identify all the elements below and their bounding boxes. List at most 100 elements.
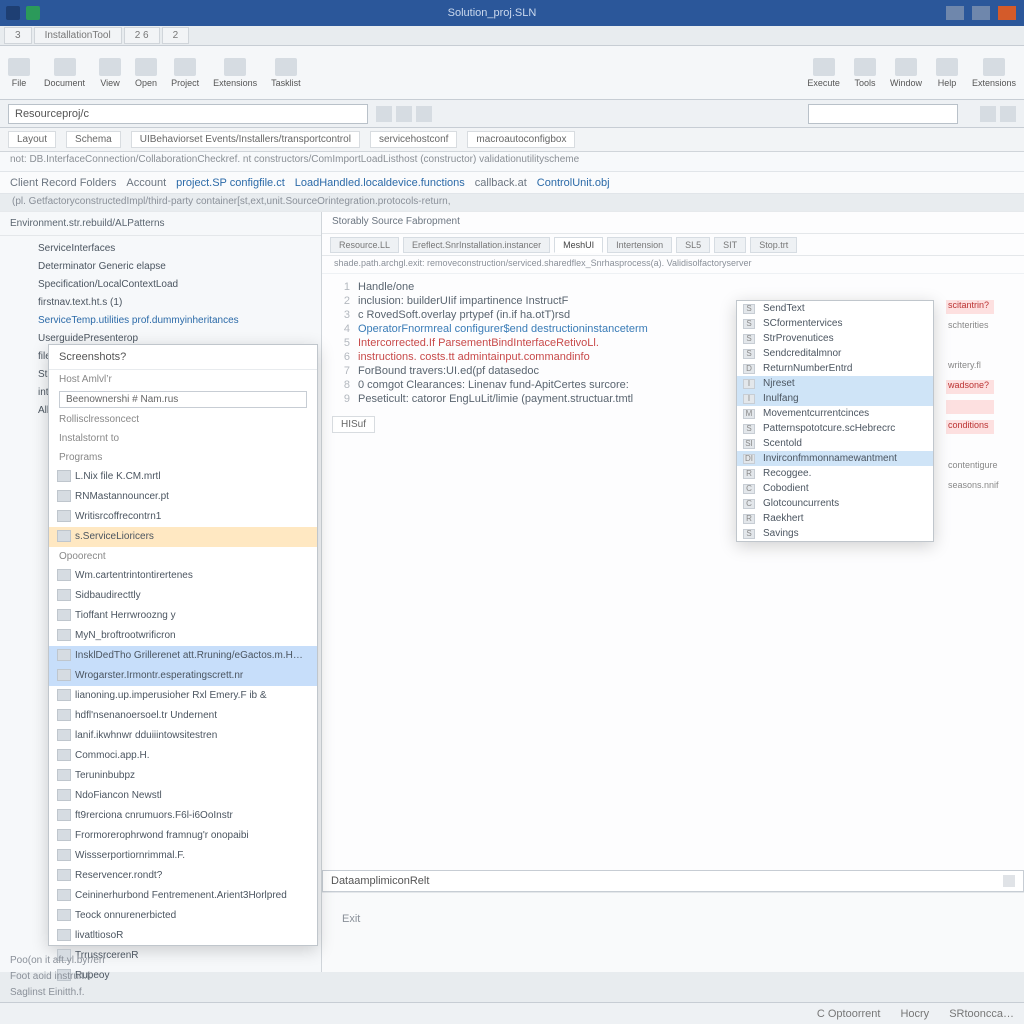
panel-item[interactable]: Commoci.app.H. xyxy=(49,746,317,766)
ribbon-open[interactable]: Open xyxy=(135,58,157,88)
qtab-2[interactable]: 2 6 xyxy=(124,27,160,44)
completion-item[interactable]: RRaekhert xyxy=(737,511,933,526)
tree-item[interactable]: firstnav.text.ht.s (1) xyxy=(0,294,321,312)
ribbon-search-input[interactable] xyxy=(808,104,958,124)
completion-item[interactable]: SSCformentervices xyxy=(737,316,933,331)
panel-item[interactable]: Reservencer.rondt? xyxy=(49,866,317,886)
completion-item[interactable]: SSavings xyxy=(737,526,933,541)
completion-item[interactable]: SSendcreditalmnor xyxy=(737,346,933,361)
status-center[interactable]: C Optoorrent xyxy=(817,1008,881,1020)
panel-item[interactable]: RNMastannouncer.pt xyxy=(49,487,317,507)
panel-item[interactable]: ft9rerciona cnrumuors.F6l-i6OoInstr xyxy=(49,806,317,826)
tbtn-events[interactable]: UIBehaviorset Events/Installers/transpor… xyxy=(131,131,360,148)
completion-item[interactable]: DIInvirconfmmonnamewantment xyxy=(737,451,933,466)
crumb-2[interactable]: project.SP configfile.ct xyxy=(176,177,285,189)
panel-item[interactable]: L.Nix file K.CM.mrtl xyxy=(49,467,317,487)
ribbon-file[interactable]: File xyxy=(8,58,30,88)
editor-tab[interactable]: MeshUI xyxy=(554,237,603,253)
crumb-5[interactable]: ControlUnit.obj xyxy=(537,177,610,189)
maximize-icon[interactable] xyxy=(972,6,990,20)
right-icon-2[interactable] xyxy=(1000,106,1016,122)
completion-item[interactable]: SPatternspototcure.scHebrecrc xyxy=(737,421,933,436)
error-chip[interactable] xyxy=(946,440,994,454)
crumb-4[interactable]: callback.at xyxy=(475,177,527,189)
panel-item[interactable]: Writisrcoffrecontrn1 xyxy=(49,507,317,527)
ribbon-execute[interactable]: Execute xyxy=(807,58,840,88)
addr-icon-3[interactable] xyxy=(416,106,432,122)
panel-item[interactable]: s.ServiceLioricers xyxy=(49,527,317,547)
tree-item[interactable]: ServiceTemp.utilities prof.dummyinherita… xyxy=(0,312,321,330)
status-right[interactable]: Hocry xyxy=(900,1008,929,1020)
panel-field-1[interactable]: Beenownershi # Nam.rus xyxy=(59,391,307,408)
qtab-0[interactable]: 3 xyxy=(4,27,32,44)
panel-item[interactable]: Sidbaudirecttly xyxy=(49,586,317,606)
code-action-button[interactable]: HISuf xyxy=(332,416,375,433)
intellisense-popup[interactable]: SSendTextSSCformentervicesSStrProvenutic… xyxy=(736,300,934,542)
quick-open-panel[interactable]: Screenshots? Host Amlvl’r Beenownershi #… xyxy=(48,344,318,946)
panel-item[interactable]: hdfl'nsenanoersoel.tr Undernent xyxy=(49,706,317,726)
ribbon-extensions[interactable]: Extensions xyxy=(213,58,257,88)
panel-item[interactable]: Teock onnurenerbicted xyxy=(49,906,317,926)
error-chip[interactable] xyxy=(946,400,994,414)
ribbon-view[interactable]: View xyxy=(99,58,121,88)
panel-item[interactable]: Wrogarster.Irmontr.esperatingscrett.nr xyxy=(49,666,317,686)
editor-tab[interactable]: Ereflect.SnrInstallation.instancer xyxy=(403,237,550,253)
error-overview-strip[interactable]: scitantrin?schteritieswritery.flwadsone?… xyxy=(946,300,994,500)
chevron-down-icon[interactable] xyxy=(1003,875,1015,887)
qtab-3[interactable]: 2 xyxy=(162,27,190,44)
completion-item[interactable]: IInulfang xyxy=(737,391,933,406)
tree-item[interactable]: Determinator Generic elapse xyxy=(0,258,321,276)
right-icon-1[interactable] xyxy=(980,106,996,122)
editor-tab[interactable]: SL5 xyxy=(676,237,710,253)
output-bar[interactable]: DataamplimiconRelt xyxy=(322,870,1024,892)
crumb-3[interactable]: LoadHandled.localdevice.functions xyxy=(295,177,465,189)
completion-item[interactable]: CCobodient xyxy=(737,481,933,496)
ribbon-tools[interactable]: Tools xyxy=(854,58,876,88)
completion-item[interactable]: DReturnNumberEntrd xyxy=(737,361,933,376)
close-icon[interactable] xyxy=(998,6,1016,20)
error-chip[interactable] xyxy=(946,340,994,354)
addr-icon-1[interactable] xyxy=(376,106,392,122)
tbtn-layout[interactable]: Layout xyxy=(8,131,56,148)
panel-item[interactable]: MyN_broftrootwrificron xyxy=(49,626,317,646)
tree-item[interactable]: ServiceInterfaces xyxy=(0,240,321,258)
editor-tab[interactable]: Resource.LL xyxy=(330,237,399,253)
panel-item[interactable]: lianoning.up.imperusioher Rxl Emery.F ib… xyxy=(49,686,317,706)
completion-item[interactable]: MMovementcurrentcinces xyxy=(737,406,933,421)
address-input[interactable] xyxy=(8,104,368,124)
editor-tab[interactable]: Intertension xyxy=(607,237,672,253)
panel-item[interactable]: InsklDedTho Grillerenet att.Rruning/eGac… xyxy=(49,646,317,666)
tree-item[interactable]: Specification/LocalContextLoad xyxy=(0,276,321,294)
status-far[interactable]: SRtooncca… xyxy=(949,1008,1014,1020)
error-chip[interactable]: conditions xyxy=(946,420,994,434)
editor-tab[interactable]: SIT xyxy=(714,237,746,253)
completion-item[interactable]: SStrProvenutices xyxy=(737,331,933,346)
ribbon-window[interactable]: Window xyxy=(890,58,922,88)
error-chip[interactable]: seasons.nnif xyxy=(946,480,994,494)
completion-item[interactable]: SIScentold xyxy=(737,436,933,451)
crumb-1[interactable]: Account xyxy=(126,177,166,189)
panel-item[interactable]: Wissserportiornrimmal.F. xyxy=(49,846,317,866)
panel-item[interactable]: lanif.ikwhnwr dduiiintowsitestren xyxy=(49,726,317,746)
error-chip[interactable]: writery.fl xyxy=(946,360,994,374)
tbtn-macro[interactable]: macroautoconfigbox xyxy=(467,131,575,148)
error-chip[interactable]: wadsone? xyxy=(946,380,994,394)
panel-item[interactable]: Frormorerophrwond framnug'r onopaibi xyxy=(49,826,317,846)
panel-item[interactable]: livatltiosoR xyxy=(49,926,317,946)
error-chip[interactable]: contentigure xyxy=(946,460,994,474)
panel-item[interactable]: Wm.cartentrintontirertenes xyxy=(49,566,317,586)
qtab-1[interactable]: InstallationTool xyxy=(34,27,122,44)
crumb-0[interactable]: Client Record Folders xyxy=(10,177,116,189)
minimize-icon[interactable] xyxy=(946,6,964,20)
completion-item[interactable]: RRecoggee. xyxy=(737,466,933,481)
ribbon-document[interactable]: Document xyxy=(44,58,85,88)
completion-item[interactable]: CGlotcouncurrents xyxy=(737,496,933,511)
panel-item[interactable]: Tioffant Herrwroozng y xyxy=(49,606,317,626)
completion-item[interactable]: SSendText xyxy=(737,301,933,316)
panel-item[interactable]: Ceininerhurbond Fentremenent.Arient3Horl… xyxy=(49,886,317,906)
panel-item[interactable]: Teruninbubpz xyxy=(49,766,317,786)
tbtn-svc[interactable]: servicehostconf xyxy=(370,131,457,148)
ribbon-help[interactable]: Help xyxy=(936,58,958,88)
ribbon-ext2[interactable]: Extensions xyxy=(972,58,1016,88)
ribbon-project[interactable]: Project xyxy=(171,58,199,88)
